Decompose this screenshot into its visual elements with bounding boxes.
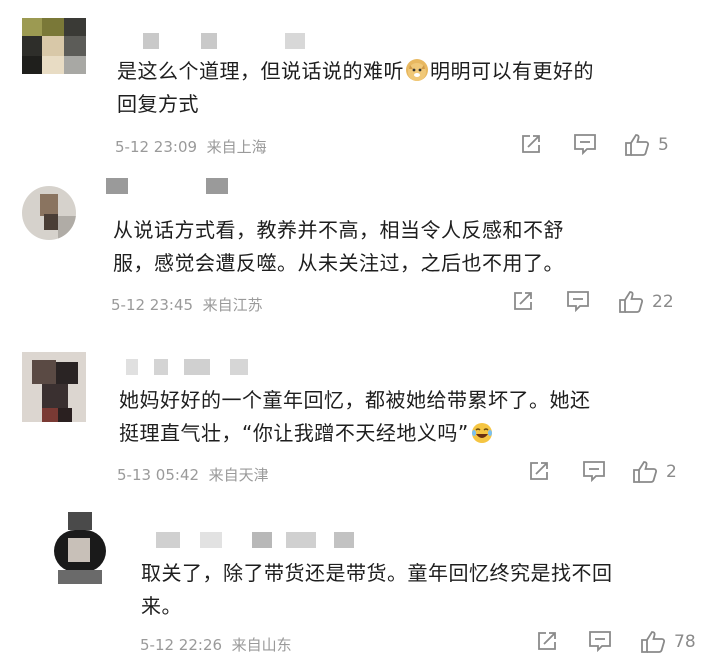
like-button[interactable]: 2 [632, 460, 677, 484]
comment-meta: 5-12 22:26 来自山东 [140, 634, 292, 655]
share-button[interactable] [528, 460, 550, 482]
comment-meta: 5-12 23:09 来自上海 [115, 136, 267, 157]
comment-meta: 5-13 05:42 来自天津 [117, 464, 269, 485]
location: 来自江苏 [202, 296, 263, 314]
comment-text: 取关了，除了带货还是带货。童年回忆终究是找不回 来。 [141, 561, 613, 618]
comment-icon [589, 631, 611, 652]
thumbs-up-icon [619, 291, 644, 313]
share-icon [522, 135, 540, 153]
comment-icon [583, 461, 605, 482]
share-button[interactable] [536, 630, 558, 652]
timestamp: 5-12 23:09 [115, 138, 198, 156]
thumbs-up-icon [625, 134, 650, 156]
like-button[interactable]: 22 [618, 290, 674, 314]
like-count: 22 [652, 292, 674, 312]
reply-button[interactable] [566, 290, 590, 312]
redacted-username[interactable] [106, 178, 246, 194]
location: 来自山东 [231, 636, 292, 654]
share-button[interactable] [520, 133, 542, 155]
laugh-cry-emoji-icon [471, 421, 493, 443]
reply-button[interactable] [582, 460, 606, 482]
redacted-username[interactable] [126, 359, 256, 375]
comment-4: 取关了，除了带货还是带货。童年回忆终究是找不回 来。 5-12 22:26 来自… [0, 504, 703, 654]
avatar[interactable] [50, 512, 110, 592]
avatar[interactable] [22, 352, 86, 422]
timestamp: 5-12 22:26 [140, 636, 223, 654]
comment-actions: 78 [536, 630, 702, 656]
share-button[interactable] [512, 290, 534, 312]
share-icon [514, 292, 532, 310]
like-button[interactable]: 78 [640, 630, 696, 654]
like-count: 78 [674, 632, 696, 652]
comment-2: 从说话方式看，教养并不高，相当令人反感和不舒 服，感觉会遭反噬。从未关注过，之后… [0, 170, 703, 338]
comment-icon [574, 134, 596, 155]
comment-text: 是这么个道理，但说话说的难听 明明可以有更好的 回复方式 [117, 59, 594, 116]
doge-emoji-icon [406, 59, 428, 81]
timestamp: 5-13 05:42 [117, 466, 200, 484]
thumbs-up-icon [633, 461, 658, 483]
location: 来自天津 [208, 466, 269, 484]
redacted-username[interactable] [143, 33, 343, 49]
comment-actions: 2 [528, 460, 698, 486]
comment-text: 从说话方式看，教养并不高，相当令人反感和不舒 服，感觉会遭反噬。从未关注过，之后… [113, 218, 564, 275]
reply-button[interactable] [573, 133, 597, 155]
reply-button[interactable] [588, 630, 612, 652]
like-button[interactable]: 5 [624, 133, 669, 157]
thumbs-up-icon [641, 631, 666, 653]
comment-3: 她妈好好的一个童年回忆，都被她给带累坏了。她还 挺理直气壮，“你让我蹭不天经地义… [0, 338, 703, 504]
like-count: 2 [666, 462, 677, 482]
comment-actions: 5 [520, 133, 700, 159]
comment-icon [567, 291, 589, 312]
avatar[interactable] [22, 186, 76, 240]
timestamp: 5-12 23:45 [111, 296, 194, 314]
comment-text: 她妈好好的一个童年回忆，都被她给带累坏了。她还 挺理直气壮，“你让我蹭不天经地义… [119, 388, 591, 445]
comment-actions: 22 [512, 290, 702, 316]
redacted-username[interactable] [156, 532, 356, 548]
location: 来自上海 [206, 138, 267, 156]
share-icon [538, 632, 556, 650]
comment-1: 是这么个道理，但说话说的难听 明明可以有更好的 回复方式 5-12 23:09 来… [0, 0, 703, 170]
like-count: 5 [658, 135, 669, 155]
avatar[interactable] [22, 18, 86, 74]
share-icon [530, 462, 548, 480]
comment-meta: 5-12 23:45 来自江苏 [111, 294, 263, 315]
